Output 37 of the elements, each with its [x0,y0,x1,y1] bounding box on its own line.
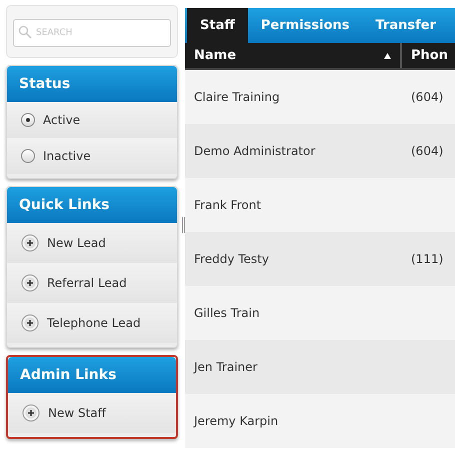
plus-icon [22,404,40,422]
plus-icon [21,234,39,252]
table-cell-text: Gilles Train [193,305,261,322]
table-row[interactable]: Jen Trainer [185,340,455,394]
table-cell-text: (604) [410,143,444,160]
table-row[interactable]: Demo Administrator (604) [185,124,455,178]
radio-button[interactable] [21,113,35,127]
table-row[interactable]: Jeremy Karpin [185,394,455,448]
panel-header: Quick Links [7,187,177,223]
plus-icon [21,314,39,332]
table-cell-text: Claire Training [193,89,281,106]
sort-arrow-icon [384,52,391,58]
radio-button[interactable] [21,149,35,163]
table-cell-text: (111) [410,251,444,268]
panel-header: Admin Links [8,357,176,393]
column-header[interactable]: Phon [402,43,455,68]
table-row[interactable]: Gilles Train [185,286,455,340]
table-row[interactable]: Frank Front [185,178,455,232]
table-cell-text: Jeremy Karpin [192,413,280,430]
tab[interactable]: Staff [187,8,248,43]
radio-label[interactable]: Active [43,111,80,129]
table-cell-text: Freddy Testy [193,251,270,268]
column-header[interactable]: Name [185,43,402,68]
table-row[interactable]: Claire Training (604) [185,70,455,124]
sidebar-link[interactable]: New Lead [47,234,106,252]
table-cell-text: Frank Front [193,197,262,214]
radio-label[interactable]: Inactive [43,147,91,165]
tab[interactable]: Permissions [248,8,363,43]
table-cell-text: (604) [410,89,444,106]
tab[interactable]: Transfer [362,8,450,43]
table-row[interactable]: Freddy Testy (111) [185,232,455,286]
panel-header: Status [7,66,177,102]
table-cell-text: Demo Administrator [193,143,316,160]
table-cell-text: Jen Trainer [192,359,258,376]
plus-icon [21,274,39,292]
sidebar-link[interactable]: New Staff [48,404,106,422]
search-icon [18,24,32,38]
